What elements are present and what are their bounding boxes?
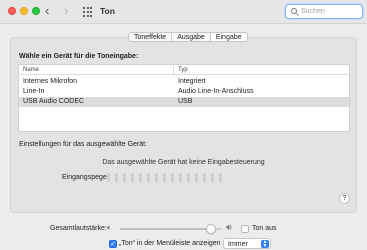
title-bar: ‹ › Ton xyxy=(0,0,367,24)
level-segment xyxy=(147,173,150,182)
forward-chevron-icon[interactable]: › xyxy=(64,3,68,19)
tab-sound-effects[interactable]: Toneffekte xyxy=(129,33,173,41)
mute-label: Ton aus xyxy=(252,225,277,232)
level-segment xyxy=(203,173,206,182)
close-window-button[interactable] xyxy=(8,7,16,15)
level-segment xyxy=(219,173,222,182)
device-name: Internes Mikrofon xyxy=(23,78,78,85)
device-name: USB Audio CODEC xyxy=(23,98,85,105)
no-input-control-message: Das ausgewählte Gerät hat keine Eingabes… xyxy=(102,159,265,166)
level-segment xyxy=(211,173,214,182)
help-button[interactable]: ? xyxy=(339,193,350,204)
level-segment xyxy=(187,173,190,182)
tab-output[interactable]: Ausgabe xyxy=(172,33,211,41)
device-type: USB xyxy=(178,98,193,105)
select-arrows-icon: ▲ ▼ xyxy=(261,239,269,249)
level-segment xyxy=(171,173,174,182)
table-row[interactable]: Line-In Audio Line-In-Anschluss xyxy=(19,87,349,97)
level-segment xyxy=(195,173,198,182)
level-segment xyxy=(155,173,158,182)
speaker-low-icon: 🔈︎ xyxy=(107,223,112,232)
minimize-window-button[interactable] xyxy=(20,7,28,15)
device-type: Audio Line-In-Anschluss xyxy=(178,88,254,95)
level-segment xyxy=(107,173,110,182)
level-segment xyxy=(139,173,142,182)
device-name: Line-In xyxy=(23,88,45,95)
device-settings-label: Einstellungen für das ausgewählte Gerät: xyxy=(19,141,148,148)
show-in-menubar-label: „Ton“ in der Menüleiste anzeigen xyxy=(119,240,221,247)
search-input[interactable] xyxy=(301,6,359,17)
volume-slider-thumb[interactable] xyxy=(205,224,216,234)
level-segment xyxy=(115,173,118,182)
window-title: Ton xyxy=(100,6,115,16)
tab-bar: Toneffekte Ausgabe Eingabe xyxy=(128,32,248,42)
device-list-heading: Wähle ein Gerät für die Toneingabe: xyxy=(19,53,139,60)
search-field[interactable] xyxy=(285,4,363,19)
table-row-selected[interactable]: USB Audio CODEC USB xyxy=(19,97,349,107)
show-in-menubar-checkbox[interactable]: ✓ xyxy=(109,240,117,248)
settings-panel: Wähle ein Gerät für die Toneingabe: Name… xyxy=(10,37,357,213)
level-segment xyxy=(179,173,182,182)
show-all-grid-icon[interactable] xyxy=(83,7,93,17)
back-chevron-icon[interactable]: ‹ xyxy=(45,3,49,19)
level-segment xyxy=(131,173,134,182)
column-header-type[interactable]: Typ xyxy=(178,67,188,73)
mute-checkbox[interactable] xyxy=(241,225,249,233)
input-device-table[interactable]: Name Typ Internes Mikrofon Integriert Li… xyxy=(18,64,350,132)
level-segment xyxy=(163,173,166,182)
input-level-label: Eingangspegel: xyxy=(62,174,111,181)
menubar-mode-select[interactable]: Immer ▲ ▼ xyxy=(223,238,271,249)
input-level-meter xyxy=(107,173,227,183)
volume-fill xyxy=(120,228,215,230)
menubar-mode-value: Immer xyxy=(228,240,248,248)
output-volume-label: Gesamtlautstärke: xyxy=(50,225,107,232)
table-header: Name Typ xyxy=(19,65,349,75)
level-segment xyxy=(123,173,126,182)
zoom-window-button[interactable] xyxy=(32,7,40,15)
table-row[interactable]: Internes Mikrofon Integriert xyxy=(19,77,349,87)
column-header-name[interactable]: Name xyxy=(23,67,39,73)
search-icon xyxy=(291,8,297,14)
device-type: Integriert xyxy=(178,78,206,85)
tab-input[interactable]: Eingabe xyxy=(210,33,247,41)
output-volume-slider[interactable] xyxy=(120,224,222,234)
system-preferences-window: ‹ › Ton Wähle ein Gerät für die Toneinga… xyxy=(0,0,367,250)
speaker-high-icon: 🔊︎ xyxy=(226,222,232,232)
